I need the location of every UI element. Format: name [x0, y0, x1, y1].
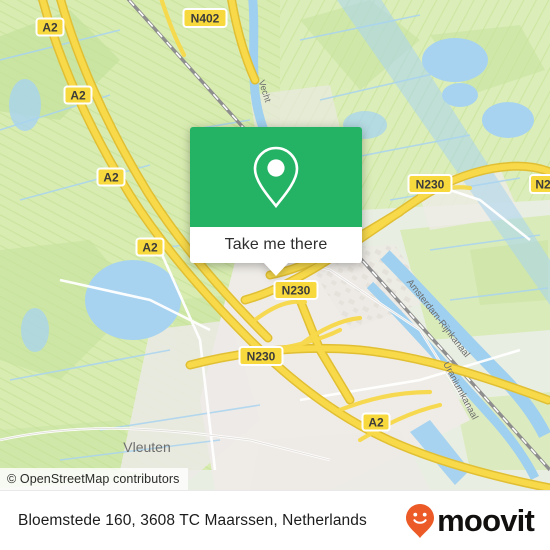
footer-bar: Bloemstede 160, 3608 TC Maarssen, Nether…: [0, 490, 550, 550]
moovit-wordmark: moovit: [437, 503, 535, 538]
screenshot-root: Vleuten Vecht Amsterdam-Rijnkanaal Uraniumk…: [0, 0, 550, 550]
take-me-there-label: Take me there: [224, 236, 328, 253]
road-shield: A2: [135, 237, 165, 257]
callout-header: [190, 127, 362, 227]
road-shield-label: A2: [42, 20, 58, 34]
osm-attribution: © OpenStreetMap contributors: [0, 468, 188, 490]
road-shield-label: A2: [70, 88, 86, 102]
road-shield-label: A2: [103, 170, 119, 184]
road-shield: N230: [407, 174, 453, 194]
address-label: Bloemstede 160, 3608 TC Maarssen, Nether…: [18, 511, 367, 529]
road-shield-label: N230: [282, 283, 311, 297]
take-me-there-button[interactable]: Take me there: [190, 227, 362, 263]
road-shield-label: N230: [416, 177, 445, 191]
road-shield: N402: [182, 8, 228, 28]
road-shield: A2: [96, 167, 126, 187]
road-shield: N2: [529, 174, 550, 194]
road-shield: N230: [238, 346, 284, 366]
road-shield-label: N402: [191, 11, 220, 25]
map-pin-icon: [253, 146, 299, 209]
road-shield: N230: [273, 280, 319, 300]
road-shield-label: N230: [247, 349, 276, 363]
road-shield-label: A2: [368, 415, 384, 429]
map-callout-card[interactable]: Take me there: [190, 127, 362, 276]
moovit-logo[interactable]: moovit: [405, 503, 535, 539]
osm-attribution-text: © OpenStreetMap contributors: [7, 472, 180, 486]
road-shield: A2: [63, 85, 93, 105]
callout-pointer: [263, 262, 289, 276]
road-shield-label: N2: [535, 177, 550, 191]
road-shield-label: A2: [142, 240, 158, 254]
map-label: Vleuten: [123, 439, 170, 455]
road-shield: A2: [35, 17, 65, 37]
road-shield: A2: [361, 412, 391, 432]
moovit-pin-smiley-icon: [406, 503, 435, 538]
